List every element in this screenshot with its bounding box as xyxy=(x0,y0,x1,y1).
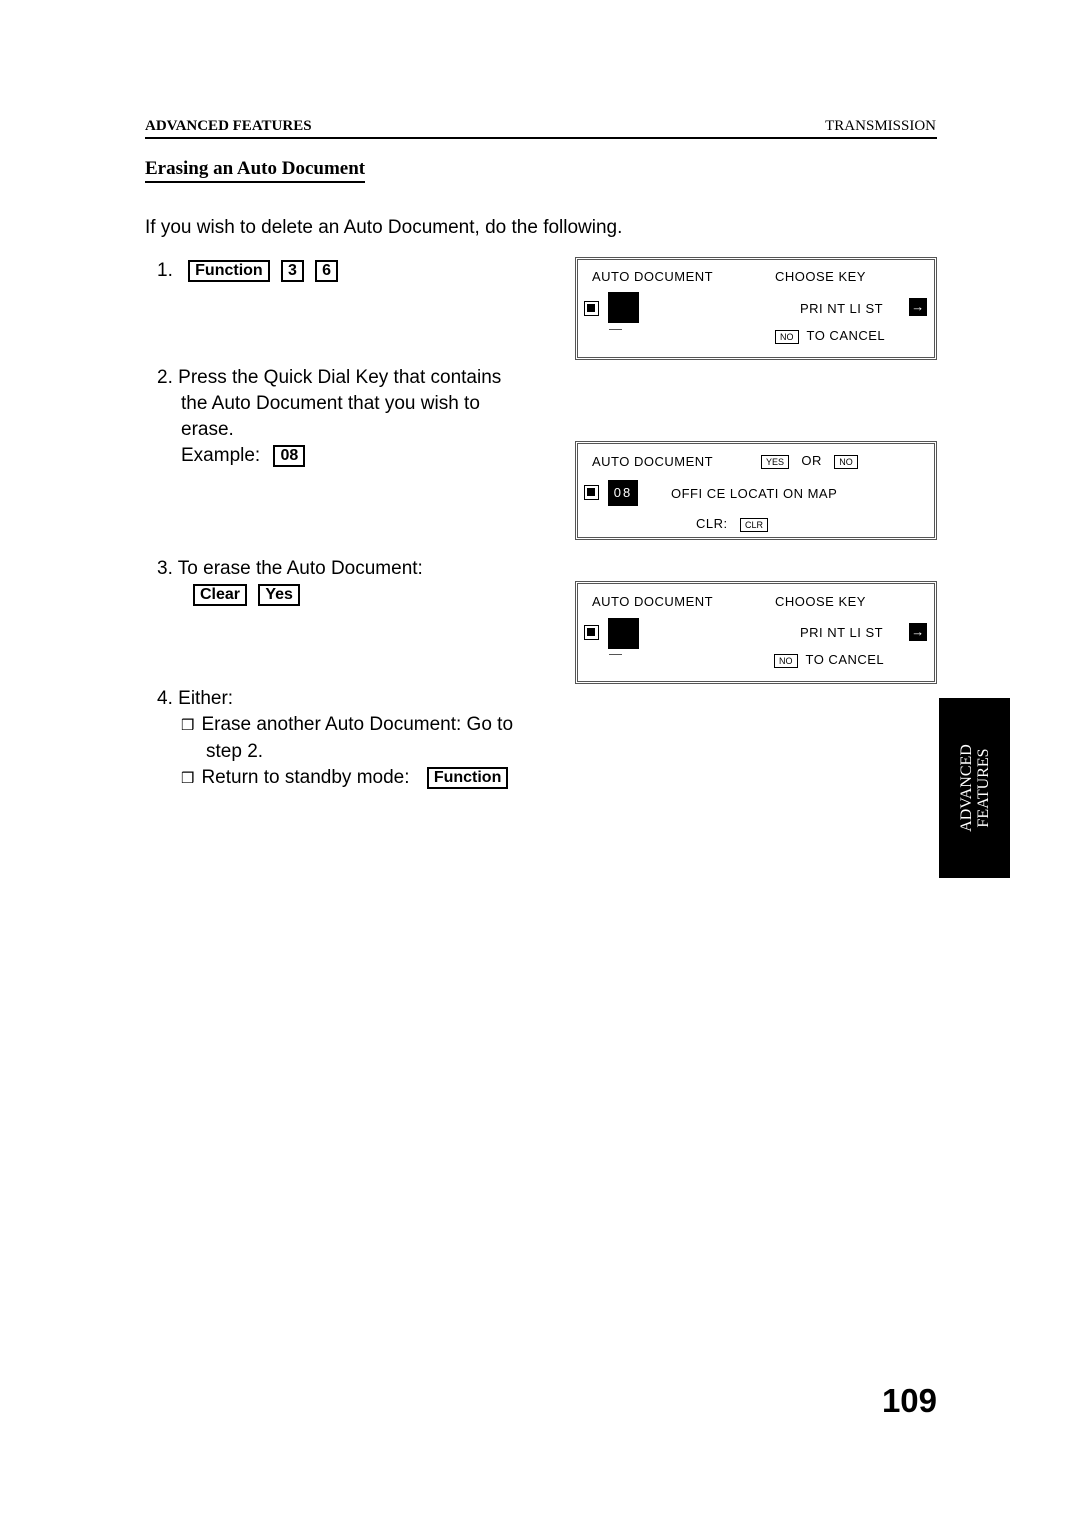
side-tab-line: FEATURES xyxy=(974,748,992,828)
lcd-display-3: AUTO DOCUMENT CHOOSE KEY PRI NT LI ST → … xyxy=(575,581,937,684)
header-rule xyxy=(145,137,937,139)
lcd-mode-label: AUTO DOCUMENT xyxy=(592,269,714,284)
side-tab-line: ADVANCED xyxy=(957,744,975,832)
lcd-print-list: PRI NT LI ST xyxy=(800,625,884,640)
chapter-side-tab: ADVANCED FEATURES xyxy=(939,698,1010,878)
running-header-section: ADVANCED FEATURES xyxy=(145,118,312,134)
lcd-document-name: OFFI CE LOCATI ON MAP xyxy=(671,486,838,501)
function-key: Function xyxy=(426,766,509,789)
lcd-key-number: 08 xyxy=(608,480,638,506)
lcd-cancel-line: NO TO CANCEL xyxy=(775,328,885,344)
step-text: the Auto Document that you wish to xyxy=(181,393,480,414)
quick-dial-indicator-icon xyxy=(584,625,599,640)
side-tab-label: ADVANCED FEATURES xyxy=(958,744,992,832)
lcd-clear-label: CLR: xyxy=(696,516,728,531)
step-1: 1. Function 3 6 xyxy=(157,258,339,284)
step-number: 3. xyxy=(157,558,173,579)
step-text: Press the Quick Dial Key that contains xyxy=(178,367,502,388)
cursor-underscore xyxy=(609,329,622,330)
no-key-icon: NO xyxy=(834,455,858,469)
step-2: 2. Press the Quick Dial Key that contain… xyxy=(157,365,501,469)
step-3: 3. To erase the Auto Document: Clear Yes xyxy=(157,556,423,608)
cursor-underscore xyxy=(609,654,622,655)
page-number: 109 xyxy=(881,1382,937,1419)
example-label: Example: xyxy=(181,445,261,466)
arrow-right-icon: → xyxy=(909,623,927,641)
quick-dial-indicator-icon xyxy=(584,301,599,316)
step-text: erase. xyxy=(181,419,234,440)
lcd-cancel-text: TO CANCEL xyxy=(805,652,885,667)
clear-key: Clear xyxy=(193,583,248,606)
key-3: 3 xyxy=(280,259,304,282)
no-key-icon: NO xyxy=(775,330,799,344)
lcd-print-list: PRI NT LI ST xyxy=(800,301,884,316)
intro-text: If you wish to delete an Auto Document, … xyxy=(145,217,623,238)
lcd-mode-label: AUTO DOCUMENT xyxy=(592,454,714,469)
lcd-mode-label: AUTO DOCUMENT xyxy=(592,594,714,609)
lcd-prompt: CHOOSE KEY xyxy=(775,269,866,284)
function-key: Function xyxy=(188,259,270,282)
lcd-display-2: AUTO DOCUMENT YES OR NO 08 OFFI CE LOCAT… xyxy=(575,441,937,540)
lcd-cancel-text: TO CANCEL xyxy=(806,328,886,343)
option-text: Erase another Auto Document: Go to xyxy=(201,714,514,735)
checkbox-bullet-icon: ❒ xyxy=(181,770,195,787)
cursor-block xyxy=(608,618,639,649)
running-header-chapter: TRANSMISSION xyxy=(825,118,936,134)
step-number: 1. xyxy=(157,260,173,281)
step-4: 4. Either: ❒ Erase another Auto Document:… xyxy=(157,686,513,792)
option-text: step 2. xyxy=(206,741,264,762)
lcd-prompt: CHOOSE KEY xyxy=(775,594,866,609)
quick-dial-indicator-icon xyxy=(584,485,599,500)
option-text: Return to standby mode: xyxy=(201,767,410,788)
cursor-block xyxy=(608,292,639,323)
lcd-clear-line: CLR: CLR xyxy=(696,516,768,532)
section-title: Erasing an Auto Document xyxy=(145,158,366,183)
arrow-right-icon: → xyxy=(909,298,927,316)
lcd-or-text: OR xyxy=(801,453,822,468)
yes-key-icon: YES xyxy=(761,455,790,469)
no-key-icon: NO xyxy=(774,654,798,668)
lcd-yes-or-no: YES OR NO xyxy=(761,453,858,469)
step-text: Either: xyxy=(178,688,234,709)
key-6: 6 xyxy=(315,259,339,282)
clr-key-icon: CLR xyxy=(739,518,768,532)
lcd-display-1: AUTO DOCUMENT CHOOSE KEY PRI NT LI ST → … xyxy=(575,257,937,360)
checkbox-bullet-icon: ❒ xyxy=(181,717,195,734)
quick-dial-key-08: 08 xyxy=(273,444,306,467)
step-text: To erase the Auto Document: xyxy=(177,558,423,579)
yes-key: Yes xyxy=(258,583,300,606)
step-number: 4. xyxy=(157,688,173,709)
lcd-cancel-line: NO TO CANCEL xyxy=(774,652,884,668)
step-number: 2. xyxy=(157,367,173,388)
